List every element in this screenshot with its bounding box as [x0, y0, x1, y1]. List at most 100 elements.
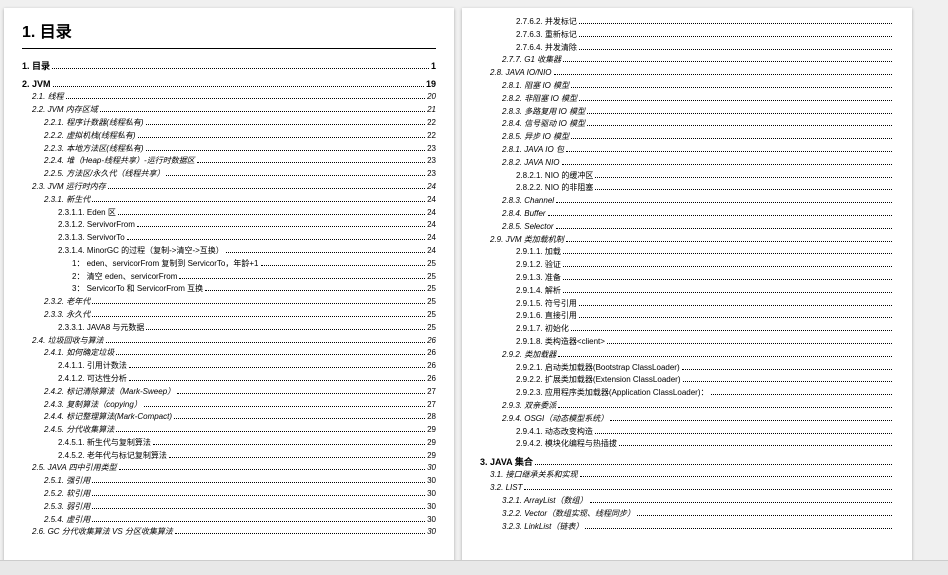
toc-leader: [144, 406, 425, 407]
toc-entry[interactable]: 2.3.3.1. JAVA8 与元数据25: [58, 322, 436, 335]
toc-leader: [554, 74, 892, 75]
toc-entry[interactable]: 2.9.1.2. 验证: [516, 259, 894, 272]
toc-entry[interactable]: 2.9.4.1. 动态改变构造: [516, 426, 894, 439]
toc-entry[interactable]: 2.9.2.3. 应用程序类加载器(Application ClassLoade…: [516, 387, 894, 400]
toc-entry[interactable]: 3.2. LIST: [490, 482, 894, 495]
toc-entry[interactable]: 2.9.4.2. 模块化编程与热插拔: [516, 438, 894, 451]
toc-entry[interactable]: 2.9.1.6. 直接引用: [516, 310, 894, 323]
toc-page-number: 30: [427, 501, 436, 514]
toc-entry[interactable]: 2.4.4. 标记整理算法(Mark-Compact)28: [44, 411, 436, 424]
toc-entry[interactable]: 2.1. 线程20: [32, 91, 436, 104]
toc-entry[interactable]: 2.5.1. 强引用30: [44, 475, 436, 488]
toc-entry[interactable]: 2.8.5. 异步 IO 模型: [502, 131, 894, 144]
toc-entry[interactable]: 2.3.2. 老年代25: [44, 296, 436, 309]
toc-entry[interactable]: 2.2.1. 程序计数器(线程私有)22: [44, 117, 436, 130]
toc-entry[interactable]: 2.9.1.1. 加载: [516, 246, 894, 259]
toc-entry[interactable]: 2.7.6.3. 重新标记: [516, 29, 894, 42]
toc-entry[interactable]: 2.9.3. 双亲委派: [502, 400, 894, 413]
toc-entry[interactable]: 2.4.1.2. 可达性分析26: [58, 373, 436, 386]
toc-entry[interactable]: 2.4.1. 如何确定垃圾26: [44, 347, 436, 360]
toc-entry[interactable]: 2.9.2.2. 扩展类加载器(Extension ClassLoader): [516, 374, 894, 387]
toc-label: 2.4. 垃圾回收与算法: [32, 335, 104, 348]
toc-entry[interactable]: 2.8.2. 非阻塞 IO 模型: [502, 93, 894, 106]
toc-entry[interactable]: 2.8.1. JAVA IO 包: [502, 144, 894, 157]
toc-label: 2.2.2. 虚拟机栈(线程私有): [44, 130, 136, 143]
toc-entry[interactable]: 2.9.4. OSGI（动态模型系统）: [502, 413, 894, 426]
toc-entry[interactable]: 2.4.1.1. 引用计数法26: [58, 360, 436, 373]
toc-entry[interactable]: 2.8.2.2. NIO 的非阻塞: [516, 182, 894, 195]
toc-entry[interactable]: 2.9.1.3. 准备: [516, 272, 894, 285]
toc-entry[interactable]: 2.4.5.1. 新生代与复制算法29: [58, 437, 436, 450]
toc-entry[interactable]: 2.8.2.1. NIO 的缓冲区: [516, 170, 894, 183]
toc-entry[interactable]: 2.9.1.4. 解析: [516, 285, 894, 298]
toc-entry[interactable]: 2.5.4. 虚引用30: [44, 514, 436, 527]
toc-entry[interactable]: 2.8.4. 信号驱动 IO 模型: [502, 118, 894, 131]
toc-entry[interactable]: 2.3.1.1. Eden 区24: [58, 207, 436, 220]
toc-page-number: 28: [427, 411, 436, 424]
toc-entry[interactable]: 2.4.5.2. 老年代与标记复制算法29: [58, 450, 436, 463]
toc-entry[interactable]: 3： ServicorTo 和 ServicorFrom 互换25: [72, 283, 436, 296]
toc-entry[interactable]: 2.9.1.8. 类构造器<client>: [516, 336, 894, 349]
toc-entry[interactable]: 2.7.6.2. 并发标记: [516, 16, 894, 29]
toc-entry[interactable]: 2.3.3. 永久代25: [44, 309, 436, 322]
toc-entry[interactable]: 2.8.1. 阻塞 IO 模型: [502, 80, 894, 93]
toc-entry[interactable]: 3.2.3. LinkList（链表）: [502, 521, 894, 534]
toc-entry[interactable]: 2.8.2. JAVA NIO: [502, 157, 894, 170]
toc-entry[interactable]: 2.2.5. 方法区/永久代（线程共享）23: [44, 168, 436, 181]
toc-entry[interactable]: 2.2.3. 本地方法区(线程私有)23: [44, 143, 436, 156]
toc-page-number: 30: [427, 475, 436, 488]
toc-label: 2.2.5. 方法区/永久代（线程共享）: [44, 168, 164, 181]
toc-entry[interactable]: 2.8.4. Buffer: [502, 208, 894, 221]
toc-entry[interactable]: 2.5.3. 弱引用30: [44, 501, 436, 514]
toc-leader: [571, 330, 892, 331]
toc-entry[interactable]: 2.2. JVM 内存区域21: [32, 104, 436, 117]
toc-entry[interactable]: 2.3.1. 新生代24: [44, 194, 436, 207]
toc-entry[interactable]: 2.8.3. 多路复用 IO 模型: [502, 106, 894, 119]
toc-entry[interactable]: 2.6. GC 分代收集算法 VS 分区收集算法30: [32, 526, 436, 539]
toc-page-number: 24: [427, 194, 436, 207]
toc-entry[interactable]: 2.4.5. 分代收集算法29: [44, 424, 436, 437]
toc-entry[interactable]: 2.9.2.1. 启动类加载器(Bootstrap ClassLoader): [516, 362, 894, 375]
toc-entry[interactable]: 2.2.2. 虚拟机栈(线程私有)22: [44, 130, 436, 143]
toc-entry[interactable]: 2.4.2. 标记清除算法（Mark-Sweep）27: [44, 386, 436, 399]
toc-entry[interactable]: 2.7.7. G1 收集器: [502, 54, 894, 67]
toc-entry[interactable]: 2. JVM19: [22, 77, 436, 91]
toc-entry[interactable]: 2.9.1.7. 初始化: [516, 323, 894, 336]
toc-entry[interactable]: 3.2.1. ArrayList（数组）: [502, 495, 894, 508]
toc-label: 2.3.1.1. Eden 区: [58, 207, 116, 220]
toc-entry[interactable]: 2.9. JVM 类加载机制: [490, 234, 894, 247]
toc-entry[interactable]: 2.3. JVM 运行时内存24: [32, 181, 436, 194]
toc-label: 2.2.1. 程序计数器(线程私有): [44, 117, 144, 130]
toc-right: 2.7.6.2. 并发标记2.7.6.3. 重新标记2.7.6.4. 并发清除2…: [480, 16, 894, 533]
toc-entry[interactable]: 3. JAVA 集合: [480, 455, 894, 469]
toc-page-number: 29: [427, 424, 436, 437]
toc-entry[interactable]: 2.9.1.5. 符号引用: [516, 298, 894, 311]
toc-entry[interactable]: 2.5.2. 软引用30: [44, 488, 436, 501]
toc-entry[interactable]: 1： eden、servicorFrom 复制到 ServicorTo，年龄+1…: [72, 258, 436, 271]
toc-leader: [146, 150, 426, 151]
toc-label: 2.9.1.6. 直接引用: [516, 310, 577, 323]
toc-entry[interactable]: 2.4.3. 复制算法（copying）27: [44, 399, 436, 412]
toc-entry[interactable]: 3.2.2. Vector（数组实现、线程同步）: [502, 508, 894, 521]
toc-entry[interactable]: 2.5. JAVA 四中引用类型30: [32, 462, 436, 475]
toc-entry[interactable]: 2.8.5. Selector: [502, 221, 894, 234]
toc-entry[interactable]: 2.2.4. 堆（Heap-线程共享）-运行时数据区23: [44, 155, 436, 168]
toc-label: 2.8.3. 多路复用 IO 模型: [502, 106, 585, 119]
toc-entry[interactable]: 2.7.6.4. 并发清除: [516, 42, 894, 55]
toc-page-number: 25: [427, 296, 436, 309]
toc-page-number: 1: [431, 59, 436, 73]
toc-entry[interactable]: 2.4. 垃圾回收与算法26: [32, 335, 436, 348]
toc-label: 2.9.1.5. 符号引用: [516, 298, 577, 311]
toc-entry[interactable]: 2.8.3. Channel: [502, 195, 894, 208]
toc-leader: [579, 36, 892, 37]
toc-entry[interactable]: 3.1. 接口继承关系和实现: [490, 469, 894, 482]
toc-entry[interactable]: 2： 清空 eden、servicorFrom25: [72, 271, 436, 284]
toc-entry[interactable]: 2.3.1.3. ServivorTo24: [58, 232, 436, 245]
toc-label: 2.8.5. Selector: [502, 221, 554, 234]
toc-entry[interactable]: 2.8. JAVA IO/NIO: [490, 67, 894, 80]
toc-entry[interactable]: 2.9.2. 类加载器: [502, 349, 894, 362]
toc-entry[interactable]: 2.3.1.4. MinorGC 的过程（复制->清空->互换）24: [58, 245, 436, 258]
toc-entry[interactable]: 2.3.1.2. ServivorFrom24: [58, 219, 436, 232]
toc-entry[interactable]: 1. 目录1: [22, 59, 436, 73]
toc-leader: [137, 226, 425, 227]
